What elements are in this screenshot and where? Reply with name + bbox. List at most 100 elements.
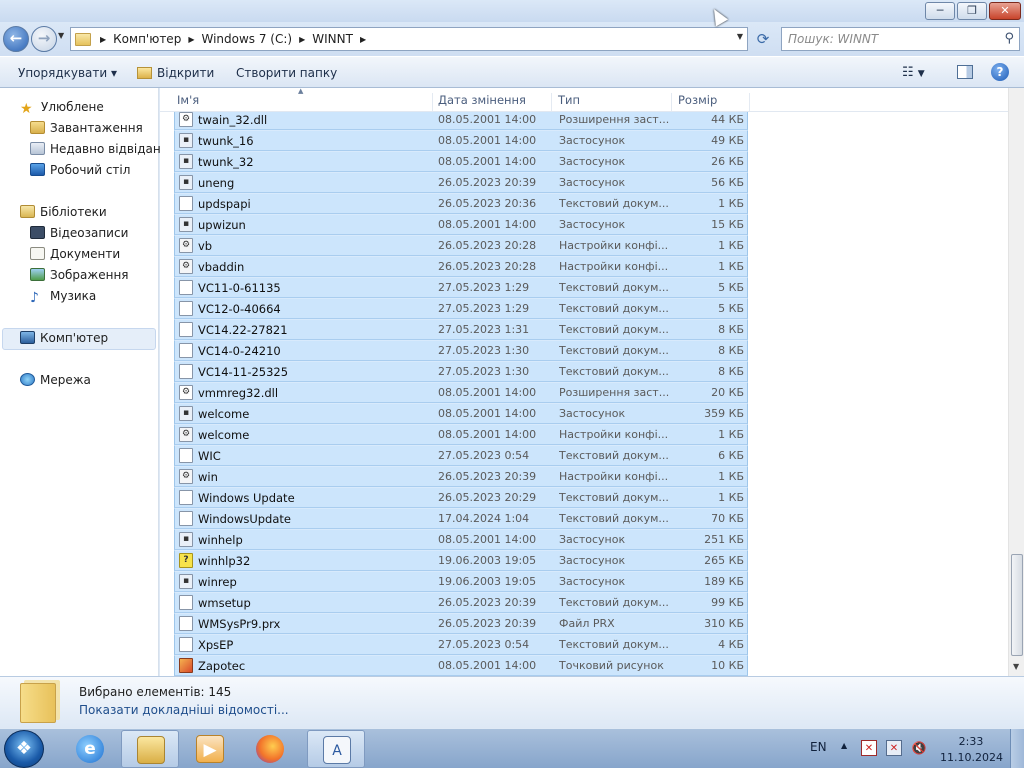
minimize-button[interactable]: ─ <box>925 2 955 20</box>
show-more-details-link[interactable]: Показати докладніші відомості... <box>79 703 289 717</box>
forward-button[interactable]: → <box>31 26 57 52</box>
file-size: 44 КБ <box>711 113 744 126</box>
file-row[interactable]: ⚙ vbaddin 26.05.2023 20:28 Настройки конфі.… <box>174 256 748 277</box>
file-type: Настройки конфі... <box>559 470 669 483</box>
nav-recent[interactable]: Недавно відвідане <box>30 139 168 159</box>
back-button[interactable]: ← <box>3 26 29 52</box>
breadcrumb-folder[interactable]: WINNT <box>312 32 353 46</box>
nav-desktop[interactable]: Робочий стіл <box>30 160 130 180</box>
refresh-button[interactable]: ⟳ <box>752 29 774 51</box>
file-date: 27.05.2023 1:29 <box>438 302 530 315</box>
file-type: Точковий рисунок <box>559 659 664 672</box>
taskbar-firefox[interactable] <box>241 730 299 768</box>
scrollbar-thumb[interactable] <box>1011 554 1023 656</box>
breadcrumb-drive[interactable]: Windows 7 (C:) <box>201 32 292 46</box>
file-row[interactable]: ⚙ vb 26.05.2023 20:28 Настройки конфі... 1 К… <box>174 235 748 256</box>
column-header-name[interactable]: Ім'я <box>171 93 433 111</box>
nav-music[interactable]: ♪ Музика <box>30 286 96 306</box>
nav-videos[interactable]: Відеозаписи <box>30 223 128 243</box>
column-header-type[interactable]: Тип <box>552 93 672 111</box>
taskbar-internet-explorer[interactable]: e <box>61 730 119 768</box>
change-view-button[interactable]: ☷ ▼ <box>902 65 925 80</box>
file-row[interactable]: XpsEP 27.05.2023 0:54 Текстовий докум... 4 … <box>174 634 748 655</box>
recent-pages-dropdown[interactable]: ▼ <box>58 31 64 40</box>
nav-downloads[interactable]: Завантаження <box>30 118 143 138</box>
nav-favorites[interactable]: ★ Улюблене <box>20 97 104 117</box>
taskbar-windows-explorer[interactable] <box>121 730 179 768</box>
network-icon <box>20 373 35 386</box>
search-icon[interactable]: ⚲ <box>1004 31 1014 46</box>
help-icon[interactable]: ? <box>991 63 1009 81</box>
file-size: 56 КБ <box>711 176 744 189</box>
address-bar[interactable]: ▶ Комп'ютер ▶ Windows 7 (C:) ▶ WINNT ▶ ▼ <box>70 27 748 51</box>
breadcrumb-separator-icon[interactable]: ▶ <box>100 35 106 44</box>
nav-libraries[interactable]: Бібліотеки <box>20 202 107 222</box>
nav-documents[interactable]: Документи <box>30 244 120 264</box>
scroll-down-icon[interactable]: ▼ <box>1013 662 1019 671</box>
clock-date[interactable]: 11.10.2024 <box>940 751 1003 764</box>
file-type: Текстовий докум... <box>559 449 669 462</box>
close-button[interactable]: ✕ <box>989 2 1021 20</box>
new-folder-button[interactable]: Створити папку <box>236 66 337 80</box>
file-row[interactable]: WIC 27.05.2023 0:54 Текстовий докум... 6 КБ <box>174 445 748 466</box>
file-row[interactable]: VC14-11-25325 27.05.2023 1:30 Текстовий до… <box>174 361 748 382</box>
file-size: 99 КБ <box>711 596 744 609</box>
file-row[interactable]: Zapotec 08.05.2001 14:00 Точковий рисунок 1… <box>174 655 748 676</box>
file-row[interactable]: ? winhlp32 19.06.2003 19:05 Застосунок 265 К… <box>174 550 748 571</box>
taskbar-wordpad[interactable]: A <box>307 730 365 768</box>
file-row[interactable]: VC14.22-27821 27.05.2023 1:31 Текстовий до… <box>174 319 748 340</box>
breadcrumb-separator-icon[interactable]: ▶ <box>360 35 366 44</box>
preview-pane-button[interactable] <box>957 65 973 79</box>
nav-computer[interactable]: Комп'ютер <box>20 328 108 348</box>
file-size: 1 КБ <box>718 239 744 252</box>
file-row[interactable]: ▪ upwizun 08.05.2001 14:00 Застосунок 15 КБ <box>174 214 748 235</box>
file-row[interactable]: ▪ winrep 19.06.2003 19:05 Застосунок 189 КБ <box>174 571 748 592</box>
file-row[interactable]: ▪ winhelp 08.05.2001 14:00 Застосунок 251 КБ <box>174 529 748 550</box>
language-indicator[interactable]: EN <box>810 740 827 754</box>
file-row[interactable]: WindowsUpdate 17.04.2024 1:04 Текстовий до… <box>174 508 748 529</box>
taskbar-media-player[interactable]: ▶ <box>181 730 239 768</box>
file-date: 26.05.2023 20:39 <box>438 470 537 483</box>
file-row[interactable]: wmsetup 26.05.2023 20:39 Текстовий докум..… <box>174 592 748 613</box>
nav-pictures[interactable]: Зображення <box>30 265 129 285</box>
file-row[interactable]: ▪ twunk_32 08.05.2001 14:00 Застосунок 26 КБ <box>174 151 748 172</box>
vertical-scrollbar[interactable]: ▼ <box>1008 88 1024 676</box>
show-desktop-button[interactable] <box>1010 729 1024 768</box>
file-size: 1 КБ <box>718 428 744 441</box>
file-row[interactable]: ⚙ vmmreg32.dll 08.05.2001 14:00 Розширення … <box>174 382 748 403</box>
open-button[interactable]: Відкрити <box>137 66 214 80</box>
file-row[interactable]: updspapi 26.05.2023 20:36 Текстовий докум.… <box>174 193 748 214</box>
file-row[interactable]: VC14-0-24210 27.05.2023 1:30 Текстовий док… <box>174 340 748 361</box>
file-date: 27.05.2023 1:30 <box>438 365 530 378</box>
file-row[interactable]: Windows Update 26.05.2023 20:29 Текстовий … <box>174 487 748 508</box>
file-row[interactable]: ▪ uneng 26.05.2023 20:39 Застосунок 56 КБ <box>174 172 748 193</box>
file-row[interactable]: VC12-0-40664 27.05.2023 1:29 Текстовий док… <box>174 298 748 319</box>
file-exe-icon: ▪ <box>179 133 193 148</box>
breadcrumb-separator-icon[interactable]: ▶ <box>188 35 194 44</box>
file-row[interactable]: WMSysPr9.prx 26.05.2023 20:39 Файл PRX 310 … <box>174 613 748 634</box>
volume-muted-icon[interactable]: 🔇 <box>911 740 927 756</box>
clock-time[interactable]: 2:33 <box>956 735 986 748</box>
file-row[interactable]: ⚙ win 26.05.2023 20:39 Настройки конфі... 1 … <box>174 466 748 487</box>
open-folder-icon <box>137 67 152 79</box>
breadcrumb-separator-icon[interactable]: ▶ <box>299 35 305 44</box>
column-header-size[interactable]: Розмір <box>672 93 750 111</box>
breadcrumb-computer[interactable]: Комп'ютер <box>113 32 181 46</box>
show-hidden-icons-icon[interactable]: ▲ <box>841 741 847 750</box>
network-status-icon[interactable]: ✕ <box>886 740 902 756</box>
column-header-date[interactable]: Дата змінення <box>432 93 552 111</box>
file-row[interactable]: VC11-0-61135 27.05.2023 1:29 Текстовий док… <box>174 277 748 298</box>
search-input[interactable]: Пошук: WINNT ⚲ <box>781 27 1020 51</box>
action-center-flag-icon[interactable]: ✕ <box>861 740 877 756</box>
file-row[interactable]: ⚙ welcome 08.05.2001 14:00 Настройки конфі.… <box>174 424 748 445</box>
organize-button[interactable]: Упорядкувати ▾ <box>18 66 117 80</box>
file-row[interactable]: ▪ welcome 08.05.2001 14:00 Застосунок 359 КБ <box>174 403 748 424</box>
file-name: winhlp32 <box>198 554 251 568</box>
file-date: 08.05.2001 14:00 <box>438 386 537 399</box>
file-row[interactable]: ▪ twunk_16 08.05.2001 14:00 Застосунок 49 КБ <box>174 130 748 151</box>
address-history-icon[interactable]: ▼ <box>737 32 743 41</box>
nav-network[interactable]: Мережа <box>20 370 91 390</box>
restore-button[interactable]: ❐ <box>957 2 987 20</box>
file-row[interactable]: ⚙ twain_32.dll 08.05.2001 14:00 Розширення … <box>174 109 748 130</box>
start-button[interactable]: ❖ <box>4 730 44 768</box>
